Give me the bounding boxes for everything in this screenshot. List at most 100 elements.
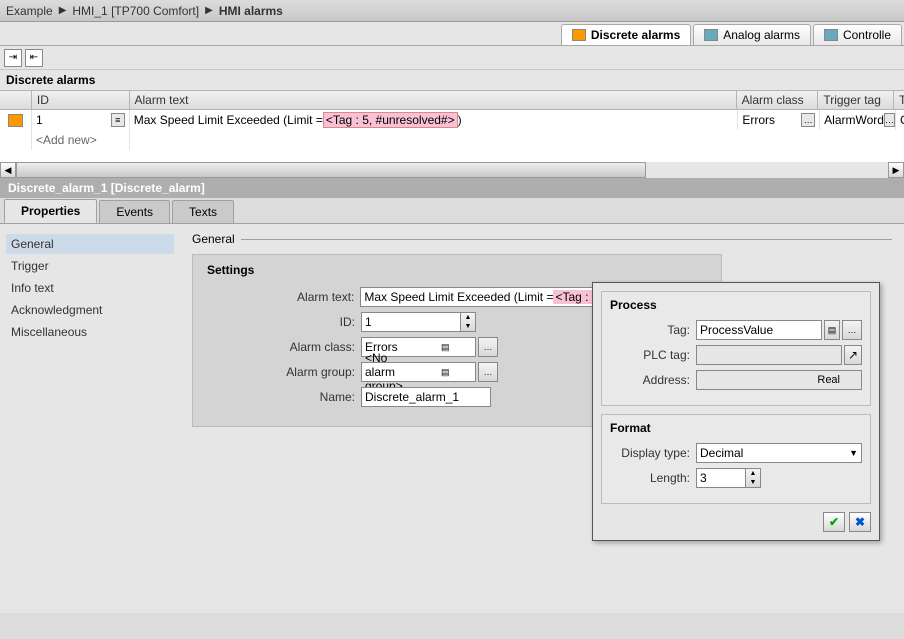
tab-events[interactable]: Events	[99, 200, 170, 223]
confirm-button[interactable]: ✔	[823, 512, 845, 532]
tab-analog-alarms[interactable]: Analog alarms	[693, 24, 811, 45]
inspector-body: General Trigger Info text Acknowledgment…	[0, 224, 904, 613]
cell-id: 1	[36, 113, 43, 127]
section-general-label: General	[192, 232, 235, 246]
cell-class: Errors	[742, 113, 775, 127]
label-tag: Tag:	[610, 323, 690, 337]
label-plc-tag: PLC tag:	[610, 348, 690, 362]
horizontal-scrollbar[interactable]: ◀ ▶	[0, 162, 904, 178]
add-new-label: <Add new>	[32, 130, 130, 150]
format-group: Format Display type: Decimal ▼ Length: ▲…	[601, 414, 871, 504]
col-t[interactable]: T	[894, 91, 904, 109]
bc-device[interactable]: HMI_1 [TP700 Comfort]	[72, 4, 199, 18]
goto-icon[interactable]: ↗	[844, 345, 862, 365]
id-input[interactable]	[361, 312, 461, 332]
table-row[interactable]: 1 ≡ Max Speed Limit Exceeded (Limit = <Ta…	[0, 110, 904, 130]
section-header: General	[192, 232, 892, 246]
alarm-row-icon	[8, 114, 23, 127]
cell-trigger: AlarmWord	[824, 113, 884, 127]
label-alarm-group: Alarm group:	[205, 365, 355, 379]
process-title: Process	[610, 298, 862, 312]
bc-root[interactable]: Example	[6, 4, 53, 18]
col-alarm-text[interactable]: Alarm text	[130, 91, 737, 109]
browse-button[interactable]: …	[478, 337, 498, 357]
tab-controller[interactable]: Controlle	[813, 24, 902, 45]
analog-alarm-icon	[704, 29, 718, 41]
inspector-tabs: Properties Events Texts	[0, 198, 904, 224]
popup-buttons: ✔ ✖	[601, 512, 871, 532]
length-input[interactable]	[696, 468, 746, 488]
tab-texts[interactable]: Texts	[172, 200, 234, 223]
section-title: Discrete alarms	[0, 70, 904, 90]
format-title: Format	[610, 421, 862, 435]
scroll-thumb[interactable]	[16, 162, 646, 178]
controller-icon	[824, 29, 838, 41]
browse-button[interactable]: …	[842, 320, 862, 340]
list-icon[interactable]: ▤	[824, 320, 840, 340]
id-spinner[interactable]: ▲▼	[361, 312, 476, 332]
divider	[241, 239, 892, 240]
spin-down-icon[interactable]: ▼	[746, 478, 760, 487]
nav-miscellaneous[interactable]: Miscellaneous	[6, 322, 174, 342]
alarm-grid: 1 ≡ Max Speed Limit Exceeded (Limit = <Ta…	[0, 110, 904, 162]
name-input[interactable]	[361, 387, 491, 407]
tab-discrete-alarms[interactable]: Discrete alarms	[561, 24, 691, 45]
toolbar: ⇥ ⇤	[0, 46, 904, 70]
cell-text-prefix: Max Speed Limit Exceeded (Limit =	[134, 113, 323, 127]
spinner-icon[interactable]: ≡	[111, 113, 125, 127]
tab-properties[interactable]: Properties	[4, 199, 97, 223]
chevron-right-icon: ▶	[205, 5, 213, 16]
nav-info-text[interactable]: Info text	[6, 278, 174, 298]
col-trigger-tag[interactable]: Trigger tag	[818, 91, 894, 109]
add-new-row[interactable]: <Add new>	[0, 130, 904, 150]
label-alarm-text: Alarm text:	[205, 290, 354, 304]
list-icon[interactable]: ▤	[419, 367, 473, 378]
check-icon: ✔	[829, 515, 839, 529]
spin-down-icon[interactable]: ▼	[461, 322, 475, 331]
tag-config-popup: Process Tag: ProcessValue ▤ … PLC tag: ↗…	[592, 282, 880, 541]
browse-button[interactable]: …	[478, 362, 498, 382]
property-page: General Settings Alarm text: Max Speed L…	[180, 224, 904, 613]
export-button[interactable]: ⇥	[4, 49, 22, 67]
alarm-group-combo[interactable]: <No alarm group>▤	[361, 362, 476, 382]
cancel-button[interactable]: ✖	[849, 512, 871, 532]
cell-t: C	[896, 110, 904, 130]
discrete-alarm-icon	[572, 29, 586, 41]
scroll-track[interactable]	[16, 162, 888, 178]
scroll-right-button[interactable]: ▶	[888, 162, 904, 178]
spin-up-icon[interactable]: ▲	[461, 313, 475, 322]
display-type-combo[interactable]: Decimal ▼	[696, 443, 862, 463]
bc-current: HMI alarms	[219, 4, 283, 18]
nav-trigger[interactable]: Trigger	[6, 256, 174, 276]
nav-acknowledgment[interactable]: Acknowledgment	[6, 300, 174, 320]
spin-up-icon[interactable]: ▲	[746, 469, 760, 478]
process-group: Process Tag: ProcessValue ▤ … PLC tag: ↗…	[601, 291, 871, 406]
cell-text-suffix: )	[458, 113, 462, 127]
browse-button[interactable]: …	[801, 113, 815, 127]
nav-general[interactable]: General	[6, 234, 174, 254]
label-display-type: Display type:	[610, 446, 690, 460]
tag-field[interactable]: ProcessValue	[696, 320, 822, 340]
property-categories: General Trigger Info text Acknowledgment…	[0, 224, 180, 613]
col-alarm-class[interactable]: Alarm class	[737, 91, 819, 109]
import-button[interactable]: ⇤	[25, 49, 43, 67]
scroll-left-button[interactable]: ◀	[0, 162, 16, 178]
breadcrumb: Example ▶ HMI_1 [TP700 Comfort] ▶ HMI al…	[0, 0, 904, 22]
close-icon: ✖	[855, 515, 865, 529]
browse-button[interactable]: …	[884, 113, 895, 127]
alarm-type-tabs: Discrete alarms Analog alarms Controlle	[0, 22, 904, 46]
col-id[interactable]: ID	[32, 91, 130, 109]
cell-text-tag: <Tag : 5, #unresolved#>	[323, 112, 458, 128]
list-icon[interactable]: ▤	[419, 342, 473, 353]
data-type-badge: Real	[811, 374, 846, 386]
plc-tag-field	[696, 345, 842, 365]
chevron-down-icon[interactable]: ▼	[849, 448, 858, 458]
col-marker	[0, 91, 32, 109]
length-spinner[interactable]: ▲▼	[696, 468, 761, 488]
grid-header: ID Alarm text Alarm class Trigger tag T	[0, 90, 904, 110]
label-address: Address:	[610, 373, 690, 387]
label-alarm-class: Alarm class:	[205, 340, 355, 354]
label-id: ID:	[205, 315, 355, 329]
label-name: Name:	[205, 390, 355, 404]
settings-title: Settings	[207, 263, 709, 277]
